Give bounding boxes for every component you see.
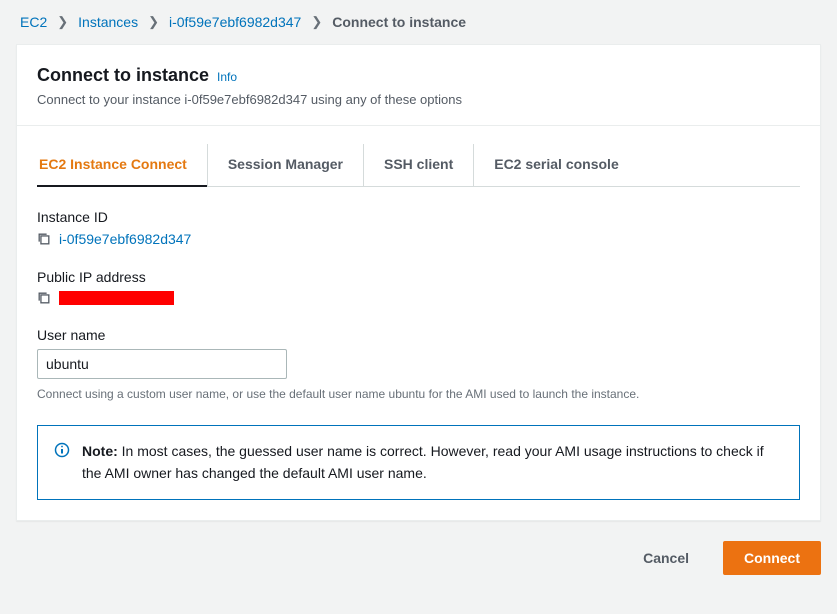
public-ip-field: Public IP address (37, 269, 800, 305)
public-ip-redacted (59, 291, 174, 305)
tab-ssh-client[interactable]: SSH client (364, 144, 474, 186)
panel-body: EC2 Instance Connect Session Manager SSH… (17, 144, 820, 520)
chevron-right-icon: ❯ (57, 14, 68, 30)
tab-ec2-serial-console[interactable]: EC2 serial console (474, 144, 639, 186)
tab-session-manager[interactable]: Session Manager (208, 144, 364, 186)
chevron-right-icon: ❯ (311, 14, 322, 30)
note-box: Note: In most cases, the guessed user na… (37, 425, 800, 500)
breadcrumb-instances[interactable]: Instances (78, 14, 138, 30)
page-title: Connect to instance (37, 65, 209, 86)
user-name-field: User name Connect using a custom user na… (37, 327, 800, 401)
note-text: Note: In most cases, the guessed user na… (82, 440, 783, 485)
cancel-button[interactable]: Cancel (623, 542, 709, 574)
info-link[interactable]: Info (217, 70, 237, 84)
public-ip-label: Public IP address (37, 269, 800, 285)
tabs: EC2 Instance Connect Session Manager SSH… (37, 144, 800, 187)
tab-ec2-instance-connect[interactable]: EC2 Instance Connect (37, 144, 208, 186)
note-bold: Note: (82, 443, 118, 459)
breadcrumb-ec2[interactable]: EC2 (20, 14, 47, 30)
copy-icon[interactable] (37, 291, 51, 305)
footer: Cancel Connect (0, 521, 837, 575)
breadcrumb: EC2 ❯ Instances ❯ i-0f59e7ebf6982d347 ❯ … (0, 0, 837, 44)
page-subtitle: Connect to your instance i-0f59e7ebf6982… (37, 92, 800, 107)
panel-header: Connect to instance Info Connect to your… (17, 45, 820, 126)
connect-button[interactable]: Connect (723, 541, 821, 575)
copy-icon[interactable] (37, 232, 51, 246)
breadcrumb-current: Connect to instance (332, 14, 466, 30)
instance-id-label: Instance ID (37, 209, 800, 225)
user-name-label: User name (37, 327, 800, 343)
connect-panel: Connect to instance Info Connect to your… (16, 44, 821, 521)
instance-id-value[interactable]: i-0f59e7ebf6982d347 (59, 231, 191, 247)
instance-id-field: Instance ID i-0f59e7ebf6982d347 (37, 209, 800, 247)
note-body: In most cases, the guessed user name is … (82, 443, 764, 481)
user-name-input[interactable] (37, 349, 287, 379)
chevron-right-icon: ❯ (148, 14, 159, 30)
breadcrumb-instance-id[interactable]: i-0f59e7ebf6982d347 (169, 14, 301, 30)
user-name-help: Connect using a custom user name, or use… (37, 387, 800, 401)
info-icon (54, 442, 70, 458)
